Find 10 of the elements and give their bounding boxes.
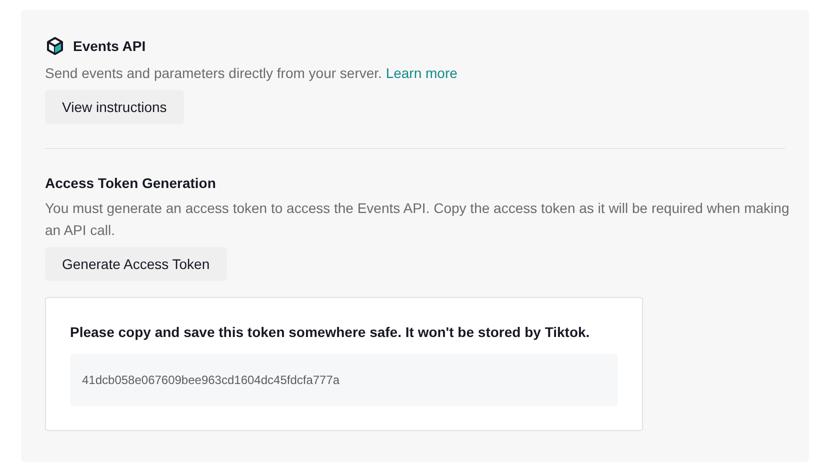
token-field[interactable]: 41dcb058e067609bee963cd1604dc45fdcfa777a [70,354,618,406]
learn-more-link[interactable]: Learn more [386,65,458,81]
cube-icon [45,36,65,56]
section-title: Events API [73,38,146,54]
description-text: You must generate an access token to access the Events API. Copy the access token as it will be required when making an API call. [45,199,790,240]
section-title: Access Token Generation [45,175,217,191]
generate-token-button[interactable]: Generate Access Token [45,247,227,281]
view-instructions-button[interactable]: View instructions [45,90,184,124]
description-text: Send events and parameters directly from your server. Learn more [45,64,458,83]
warning-message: Please copy and save this token somewhere safe. It won't be stored by Tiktok. [70,324,591,340]
